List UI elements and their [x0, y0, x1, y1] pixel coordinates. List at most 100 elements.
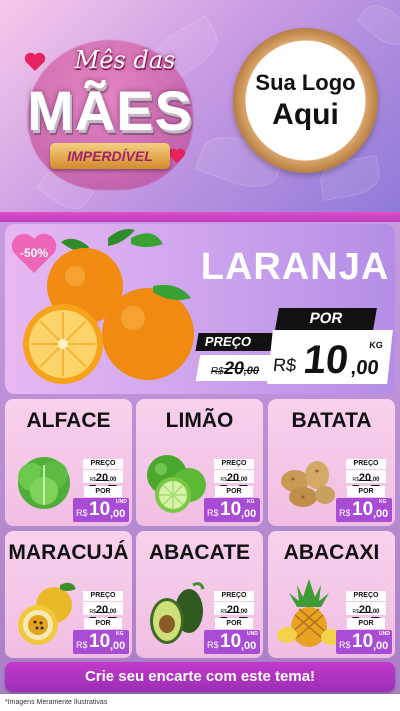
old-price: R$20,00 — [214, 602, 254, 616]
new-price-label: POR — [215, 618, 253, 629]
title-imperdivel: IMPERDÍVEL — [50, 143, 170, 169]
product-name: BATATA — [291, 409, 372, 432]
old-price: R$20,00 — [214, 470, 254, 484]
new-price-cents: ,00 — [241, 640, 257, 652]
decor-leaf — [356, 0, 400, 53]
potato-icon — [281, 461, 335, 507]
old-price-cents: ,00 — [108, 477, 117, 483]
price-unit: KG — [247, 499, 255, 505]
new-price: R$ 10 ,00 KG — [336, 498, 392, 522]
new-price-label: POR — [347, 486, 385, 497]
heart-icon — [168, 148, 186, 164]
old-price-cents: ,00 — [371, 477, 380, 483]
new-price-currency: R$ — [207, 640, 219, 650]
old-price-cents: ,00 — [108, 609, 117, 615]
product-card: MARACUJÁ PREÇO R$20,00 POR R$ 10 ,00 KG — [5, 531, 132, 658]
product-card: BATATA PREÇO R$20,00 POR R$ 10 ,00 KG — [268, 399, 395, 526]
new-price-currency: R$ — [272, 355, 298, 375]
old-price-label: PREÇO — [83, 591, 123, 601]
new-price-currency: R$ — [339, 640, 351, 650]
divider-band — [0, 212, 400, 222]
product-card: ABACATE PREÇO R$20,00 POR R$ 10 ,00 UND — [136, 531, 263, 658]
new-price-cents: ,00 — [373, 508, 389, 520]
new-price-value: 10 — [352, 499, 374, 520]
new-price: R$ 10 ,00 KG — [204, 498, 260, 522]
logo-placeholder: Sua Logo Aqui — [233, 28, 378, 173]
price-unit: KG — [379, 499, 387, 505]
product-card: LIMÃO PREÇO R$20,00 POR R$ 10 ,00 KG — [136, 399, 263, 526]
new-price-value: 10 — [352, 631, 374, 652]
new-price-cents: ,00 — [241, 508, 257, 520]
discount-badge: -50% — [11, 233, 57, 275]
product-name: ALFACE — [26, 409, 111, 432]
new-price-value: 10 — [301, 338, 351, 382]
old-price-value: 20 — [358, 604, 372, 616]
price-unit: UND — [379, 631, 390, 637]
new-price-currency: R$ — [207, 508, 219, 518]
featured-new-price-label: POR — [275, 308, 377, 330]
featured-old-price: R$20,00 — [195, 355, 276, 381]
old-price-cents: ,00 — [242, 365, 261, 377]
new-price-currency: R$ — [76, 508, 88, 518]
new-price-value: 10 — [220, 499, 242, 520]
heart-icon — [24, 52, 46, 71]
logo-text-line1: Sua Logo — [255, 69, 356, 95]
new-price-currency: R$ — [76, 640, 88, 650]
product-card: ALFACE PREÇO R$20,00 POR R$ 10 ,00 UND — [5, 399, 132, 526]
discount-text: -50% — [19, 246, 48, 260]
new-price-label: POR — [84, 486, 122, 497]
new-price-value: 10 — [220, 631, 242, 652]
old-price-label: PREÇO — [214, 459, 254, 469]
title-maes: MÃES — [27, 79, 193, 142]
new-price: R$ 10 ,00 KG — [73, 630, 129, 654]
product-name: ABACAXI — [283, 541, 380, 564]
price-unit: UND — [116, 499, 127, 505]
old-price-label: PREÇO — [346, 591, 386, 601]
price-unit: KG — [116, 631, 124, 637]
new-price-cents: ,00 — [349, 357, 380, 379]
new-price-value: 10 — [89, 499, 111, 520]
lime-icon — [147, 455, 206, 513]
featured-product-name: LARANJA — [200, 246, 390, 288]
image-disclaimer: *Imagens Meramente Ilustrativas — [0, 694, 400, 711]
header-banner: Mês das MÃES IMPERDÍVEL Sua Logo Aqui — [0, 0, 400, 215]
mothers-day-title: Mês das MÃES IMPERDÍVEL — [10, 40, 210, 190]
old-price-cents: ,00 — [371, 609, 380, 615]
price-unit: UND — [247, 631, 258, 637]
product-card: ABACAXI PREÇO R$20,00 POR R$ 10 ,00 UND — [268, 531, 395, 658]
old-price-value: 20 — [358, 472, 372, 484]
new-price: R$ 10 ,00 UND — [73, 498, 129, 522]
price-unit: KG — [368, 340, 384, 350]
pineapple-icon — [277, 579, 341, 647]
old-price-value: 20 — [95, 472, 109, 484]
new-price-label: POR — [215, 486, 253, 497]
product-name: LIMÃO — [165, 409, 234, 432]
new-price-cents: ,00 — [110, 508, 126, 520]
old-price-cents: ,00 — [239, 609, 248, 615]
old-price-cents: ,00 — [239, 477, 248, 483]
passion-fruit-icon — [18, 582, 76, 645]
product-name: MARACUJÁ — [8, 541, 129, 564]
old-price: R$20,00 — [346, 470, 386, 484]
logo-text-line2: Aqui — [272, 97, 339, 131]
old-price: R$20,00 — [83, 602, 123, 616]
new-price-value: 10 — [89, 631, 111, 652]
old-price-value: 20 — [95, 604, 109, 616]
new-price-label: POR — [347, 618, 385, 629]
title-mes-das: Mês das — [74, 46, 176, 74]
old-price-label: PREÇO — [83, 459, 123, 469]
new-price: R$ 10 ,00 UND — [336, 630, 392, 654]
old-price: R$20,00 — [83, 470, 123, 484]
new-price-currency: R$ — [339, 508, 351, 518]
lettuce-icon — [18, 457, 70, 509]
new-price-cents: ,00 — [110, 640, 126, 652]
old-price-label: PREÇO — [346, 459, 386, 469]
create-flyer-button[interactable]: Crie seu encarte com este tema! — [5, 662, 395, 692]
old-price-value: 20 — [226, 604, 240, 616]
new-price-label: POR — [84, 618, 122, 629]
featured-new-price: R$ 10 ,00 KG — [267, 330, 393, 384]
new-price-cents: ,00 — [373, 640, 389, 652]
avocado-icon — [150, 582, 205, 644]
product-name: ABACATE — [148, 541, 251, 564]
new-price: R$ 10 ,00 UND — [204, 630, 260, 654]
